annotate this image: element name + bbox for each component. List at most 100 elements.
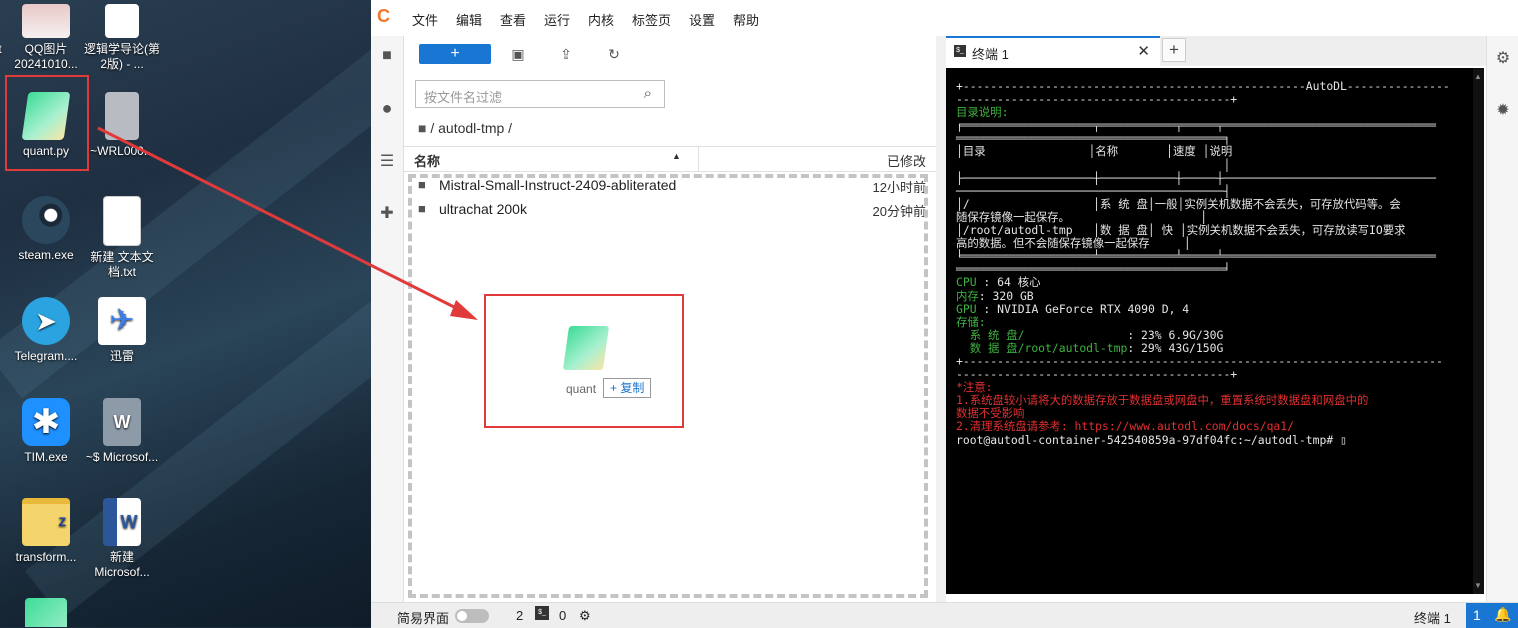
word-doc-icon: W (103, 498, 141, 546)
menu-file[interactable]: 文件 (412, 10, 438, 29)
desktop-icon-label: 新建 Microsof... (94, 550, 150, 579)
column-name-header[interactable]: 名称 (414, 151, 440, 170)
folder-icon[interactable]: ■ (377, 46, 397, 66)
terminal-value: : NVIDIA GeForce RTX 4090 D, 4 (976, 301, 1190, 316)
icon-new-text[interactable]: 新建 文本文档.txt (82, 196, 162, 280)
desktop-icon-label: ~WRL000... (90, 144, 154, 158)
word-doc-icon: W (103, 398, 141, 446)
terminal-value: : 64 核心 (976, 275, 1041, 290)
breadcrumb[interactable]: ■ / autodl-tmp / (418, 120, 512, 136)
gears-icon[interactable]: ⚙ (1493, 48, 1513, 68)
terminal-line: ───────────────────────────────────────┤ (956, 183, 1231, 198)
scroll-up-icon[interactable]: ▲ (1474, 72, 1482, 81)
desktop-icon-label: ~$ Microsof... (85, 450, 159, 464)
drag-file-name: quant (566, 382, 597, 396)
terminal-line: ----------------------------------------… (956, 92, 1238, 107)
menu-run[interactable]: 运行 (544, 10, 570, 29)
terminal-line: │目录 │名称 │速度 │说明 (956, 144, 1233, 159)
icon-partial-bottom[interactable] (6, 598, 86, 627)
terminal-key: GPU (956, 301, 977, 316)
column-divider (698, 147, 699, 171)
desktop-icon-label: quant.py (22, 144, 70, 158)
icon-word-temp[interactable]: W ~$ Microsof... (82, 398, 162, 465)
terminal-count[interactable]: 2 (516, 608, 523, 623)
stop-circle-icon[interactable]: ● (377, 98, 397, 118)
jupyterlab-window: C 文件 编辑 查看 运行 内核 标签页 设置 帮助 ■ ● ☰ ✚ + ▣ ⇪… (371, 0, 1518, 628)
desktop-icon-label: steam.exe (18, 248, 74, 262)
panel-splitter[interactable] (936, 36, 946, 602)
file-icon (105, 92, 139, 140)
puzzle-icon[interactable]: ✚ (377, 204, 397, 224)
new-folder-icon[interactable]: ▣ (508, 44, 528, 64)
terminal-value: : 320 GB (978, 288, 1034, 303)
icon-wrl-file[interactable]: ~WRL000... (82, 92, 162, 159)
terminal-output[interactable]: +---------------------------------------… (946, 68, 1484, 594)
menu-edit[interactable]: 编辑 (456, 10, 482, 29)
icon-steam[interactable]: steam.exe (6, 196, 86, 263)
add-tab-button[interactable]: + (1162, 38, 1186, 62)
terminal-key: 系 统 盘/ (956, 327, 1121, 342)
desktop-icon-label: QQ图片20241010... (14, 42, 78, 71)
tab-label: 终端 1 (972, 47, 1009, 62)
desktop-icon-label: 迅雷 (109, 349, 134, 363)
bug-icon[interactable]: ✹ (1493, 100, 1513, 120)
icon-new-word[interactable]: W 新建 Microsof... (82, 498, 162, 580)
icon-logic-book[interactable]: 逻辑学导论(第2版) - ... (82, 4, 162, 72)
terminal-line: 1.系统盘较小请将大的数据存放于数据盘或网盘中，重置系统时数据盘和网盘中的 (956, 393, 1369, 408)
cpu-chip-icon: ⚙ (579, 608, 591, 623)
icon-tim[interactable]: ✱ TIM.exe (6, 398, 86, 465)
icon-transform[interactable]: Z transform... (6, 498, 86, 565)
filter-input[interactable]: 按文件名过滤 ⌕ (415, 80, 665, 108)
steam-icon (22, 196, 70, 244)
simple-mode-toggle[interactable] (455, 609, 489, 623)
terminal-key: 内存 (956, 288, 979, 303)
tab-terminal-1[interactable]: $_ 终端 1 ✕ (946, 36, 1160, 66)
document-icon (105, 4, 139, 38)
search-icon: ⌕ (643, 85, 652, 102)
python-file-icon (25, 598, 67, 627)
right-sidebar: ⚙ ✹ (1486, 36, 1518, 602)
column-modified-header[interactable]: 已修改 (887, 151, 926, 170)
drag-highlight-box: quant + 复制 (484, 294, 684, 428)
terminal-scrollbar[interactable]: ▲ ▼ (1473, 68, 1484, 594)
menu-bar: C 文件 编辑 查看 运行 内核 标签页 设置 帮助 (371, 0, 1518, 37)
refresh-icon[interactable]: ↻ (604, 44, 624, 64)
menu-view[interactable]: 查看 (500, 10, 526, 29)
scroll-down-icon[interactable]: ▼ (1474, 581, 1482, 590)
active-tab-label: 终端 1 (1414, 611, 1451, 626)
terminal-line: 数 据 盘/root/autodl-tmp: 29% 43G/150G (956, 340, 1450, 355)
menu-kernel[interactable]: 内核 (588, 10, 614, 29)
menu-tabs[interactable]: 标签页 (632, 10, 671, 29)
xunlei-bird-icon: ✈ (98, 297, 146, 345)
telegram-icon: ➤ (22, 297, 70, 345)
notifications-button[interactable]: 1 🔔 (1466, 603, 1518, 628)
tim-star-icon: ✱ (22, 398, 70, 446)
left-sidebar: ■ ● ☰ ✚ (371, 36, 404, 602)
terminal-icon: $_ (535, 606, 549, 620)
desktop-icon-label: 逻辑学导论(第2版) - ... (84, 42, 160, 71)
icon-telegram[interactable]: ➤ Telegram.... (6, 297, 86, 364)
desktop-icon-label: Telegram.... (14, 349, 78, 363)
icon-qq-image[interactable]: QQ图片20241010... (6, 4, 86, 72)
python-file-icon (21, 92, 71, 140)
close-icon[interactable]: ✕ (1137, 42, 1150, 60)
simple-mode-label: 简易界面 (397, 611, 450, 626)
image-thumbnail-icon (22, 4, 70, 38)
filter-placeholder: 按文件名过滤 (424, 90, 503, 105)
terminal-line: 2.清理系统盘请参考: https://www.autodl.com/docs/… (956, 419, 1295, 434)
new-launcher-button[interactable]: + (419, 44, 491, 64)
menu-help[interactable]: 帮助 (733, 10, 759, 29)
terminal-value: : 29% 43G/150G (1127, 340, 1224, 355)
menu-settings[interactable]: 设置 (689, 10, 715, 29)
file-list-header: 名称 ▲ 已修改 (404, 146, 936, 172)
terminal-line: ├───────────────────┼───────────┼─────┼─… (956, 170, 1437, 185)
list-icon[interactable]: ☰ (377, 152, 397, 172)
kernel-count[interactable]: 0 (559, 608, 566, 623)
upload-icon[interactable]: ⇪ (556, 44, 576, 64)
status-bar: 简易界面 2 $_ 0 ⚙ 终端 1 1 🔔 (371, 602, 1518, 628)
tab-bar: $_ 终端 1 ✕ + (946, 36, 1486, 66)
icon-xunlei[interactable]: ✈ 迅雷 (82, 297, 162, 364)
terminal-key: 数 据 盘/root/autodl-tmp (956, 340, 1128, 355)
desktop-icon-label: transform... (15, 550, 77, 564)
icon-quant-py[interactable]: quant.py (6, 92, 86, 159)
